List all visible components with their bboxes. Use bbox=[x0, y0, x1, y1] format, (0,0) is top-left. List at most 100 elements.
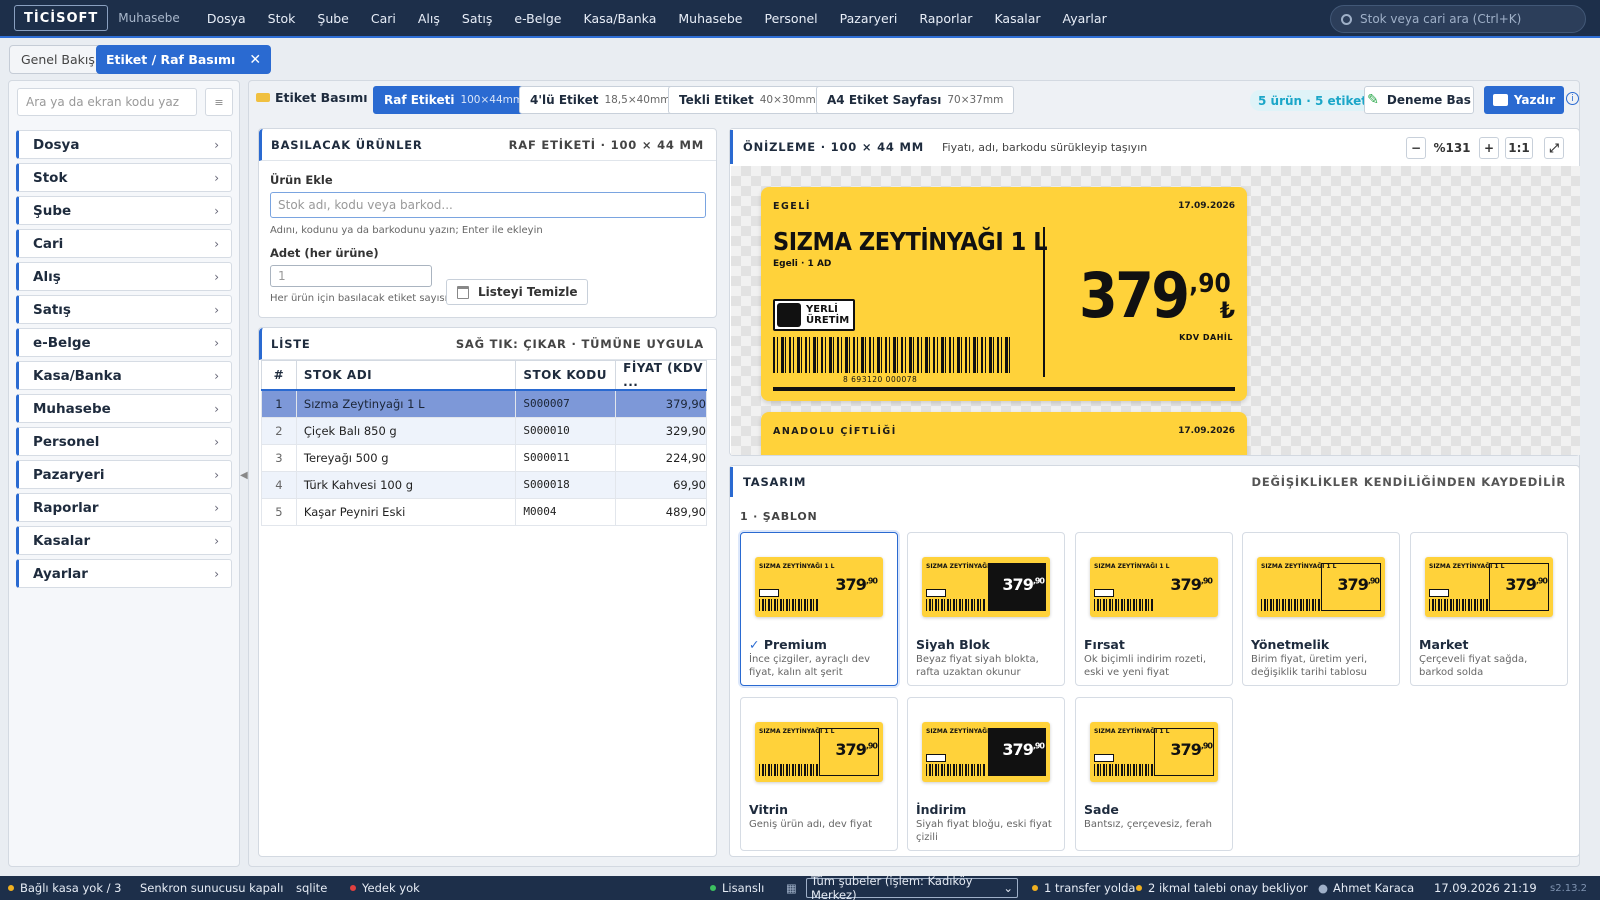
sidebar-item-satis[interactable]: Satış › bbox=[16, 295, 232, 324]
shelf-label-preview-2[interactable]: ANADOLU ÇİFTLİĞİ 17.09.2026 bbox=[761, 412, 1247, 455]
thumb-price-dec: ,90 bbox=[1032, 576, 1045, 586]
sidebar-item-dosya[interactable]: Dosya › bbox=[16, 130, 232, 159]
template-desc: Beyaz fiyat siyah blokta, rafta uzaktan … bbox=[916, 654, 1039, 678]
quantity-input[interactable]: 1 bbox=[270, 265, 432, 287]
template-market[interactable]: SIZMA ZEYTİNYAĞI 1 L 379,90 Market Çerçev… bbox=[1410, 532, 1568, 686]
zoom-out-button[interactable]: − bbox=[1406, 137, 1426, 159]
tab-etiket-raf-basimi[interactable]: Etiket / Raf Basımı ✕ bbox=[96, 45, 272, 74]
thumb-price-dec: ,90 bbox=[1367, 576, 1380, 586]
app-logo[interactable]: TİCİSOFT bbox=[14, 5, 109, 31]
shelf-label-preview[interactable]: EGELİ 17.09.2026 SIZMA ZEYTİNYAĞI 1 L Eg… bbox=[761, 187, 1247, 401]
collapse-sidebar-icon[interactable]: ◀ bbox=[240, 470, 248, 481]
label-divider bbox=[1043, 227, 1045, 377]
sidebar-item-sube[interactable]: Şube › bbox=[16, 196, 232, 225]
menu-ebelge[interactable]: e-Belge bbox=[503, 11, 572, 26]
chevron-right-icon: › bbox=[214, 302, 219, 317]
menu-kasalar[interactable]: Kasalar bbox=[983, 11, 1051, 26]
menu-satis[interactable]: Satış bbox=[451, 11, 503, 26]
menu-ayarlar[interactable]: Ayarlar bbox=[1052, 11, 1118, 26]
barcode[interactable] bbox=[773, 337, 1013, 373]
sidebar-item-stok[interactable]: Stok › bbox=[16, 163, 232, 192]
sidebar-item-ayarlar[interactable]: Ayarlar › bbox=[16, 559, 232, 588]
sidebar-item-kasa-banka[interactable]: Kasa/Banka › bbox=[16, 361, 232, 390]
fit-icon[interactable]: ⤢ bbox=[1544, 137, 1564, 159]
label-currency: ₺ bbox=[1219, 299, 1235, 324]
thumb-price: 379,90 bbox=[1337, 575, 1380, 594]
status-backup[interactable]: Yedek yok bbox=[350, 881, 420, 895]
col-header-number[interactable]: # bbox=[261, 360, 297, 391]
handshake-icon bbox=[777, 303, 801, 327]
close-icon[interactable]: ✕ bbox=[249, 52, 261, 68]
menu-personel[interactable]: Personel bbox=[753, 11, 828, 26]
label-brand[interactable]: EGELİ bbox=[773, 201, 811, 212]
status-transfer[interactable]: 1 transfer yolda bbox=[1032, 881, 1135, 895]
add-product-input[interactable]: Stok adı, kodu veya barkod... bbox=[270, 192, 706, 218]
sidebar-item-cari[interactable]: Cari › bbox=[16, 229, 232, 258]
menu-stok[interactable]: Stok bbox=[257, 11, 307, 26]
template-name: Vitrin bbox=[749, 802, 789, 817]
actual-size-button[interactable]: 1:1 bbox=[1505, 137, 1533, 159]
status-sync[interactable]: Senkron sunucusu kapalı bbox=[140, 881, 283, 895]
branch-select[interactable]: Tüm şubeler (işlem: Kadıköy Merkez) ⌄ bbox=[806, 874, 1018, 900]
menu-kasa-banka[interactable]: Kasa/Banka bbox=[573, 11, 668, 26]
menu-raporlar[interactable]: Raporlar bbox=[908, 11, 983, 26]
label-subtitle[interactable]: Egeli · 1 AD bbox=[773, 259, 831, 269]
label-type-raf[interactable]: Raf Etiketi 100×44mm bbox=[373, 86, 535, 114]
label-product-name[interactable]: SIZMA ZEYTİNYAĞI 1 L bbox=[773, 227, 1048, 256]
template-thumbnail: SIZMA ZEYTİNYAĞI 1 L 379,90 bbox=[1425, 557, 1553, 617]
menu-muhasebe[interactable]: Muhasebe bbox=[667, 11, 753, 26]
col-header-code[interactable]: STOK KODU bbox=[515, 360, 617, 391]
global-search-input[interactable]: Stok veya cari ara (Ctrl+K) bbox=[1330, 5, 1586, 33]
template-yonetmelik[interactable]: SIZMA ZEYTİNYAĞI 1 L 379,90 Yönetmelik Bi… bbox=[1242, 532, 1400, 686]
sidebar-search-input[interactable]: Ara ya da ekran kodu yaz bbox=[17, 88, 197, 116]
col-header-name[interactable]: STOK ADI bbox=[295, 360, 517, 391]
thumb-price: 379,90 bbox=[1170, 575, 1213, 594]
menu-dosya[interactable]: Dosya bbox=[196, 11, 257, 26]
menu-cari[interactable]: Cari bbox=[360, 11, 407, 26]
test-print-button[interactable]: ✎ Deneme Bas bbox=[1364, 86, 1474, 114]
table-row[interactable]: 5 Kaşar Peyniri Eski M0004 489,90 bbox=[261, 497, 707, 526]
table-row[interactable]: 4 Türk Kahvesi 100 g S000018 69,90 bbox=[261, 470, 707, 499]
label-kdv[interactable]: KDV DAHİL bbox=[1179, 333, 1233, 342]
sidebar-item-personel[interactable]: Personel › bbox=[16, 427, 232, 456]
template-desc: Çerçeveli fiyat sağda, barkod solda bbox=[1419, 654, 1528, 678]
table-row[interactable]: 2 Çiçek Balı 850 g S000010 329,90 bbox=[261, 416, 707, 445]
template-indirim[interactable]: SIZMA ZEYTİNYAĞI 1 L 379,90 İndirim Siyah… bbox=[907, 697, 1065, 851]
sidebar-item-alis[interactable]: Alış › bbox=[16, 262, 232, 291]
template-premium[interactable]: SIZMA ZEYTİNYAĞI 1 L 379,90 ✓ Premium İnc… bbox=[740, 532, 898, 686]
col-header-price[interactable]: FİYAT (KDV ... bbox=[615, 360, 707, 391]
menu-icon[interactable]: ≡ bbox=[205, 88, 233, 116]
status-kasa[interactable]: Bağlı kasa yok / 3 bbox=[8, 881, 121, 895]
sidebar-item-kasalar[interactable]: Kasalar › bbox=[16, 526, 232, 555]
sidebar-item-ebelge[interactable]: e-Belge › bbox=[16, 328, 232, 357]
status-license[interactable]: Lisanslı bbox=[710, 881, 764, 895]
template-vitrin[interactable]: SIZMA ZEYTİNYAĞI 1 L 379,90 Vitrin Geniş … bbox=[740, 697, 898, 851]
status-kasa-text: Bağlı kasa yok / 3 bbox=[20, 881, 122, 895]
table-row[interactable]: 1 Sızma Zeytinyağı 1 L S000007 379,90 bbox=[261, 389, 707, 418]
sidebar-item-muhasebe[interactable]: Muhasebe › bbox=[16, 394, 232, 423]
clear-list-button[interactable]: Listeyi Temizle bbox=[446, 279, 589, 305]
tab-genel-bakis[interactable]: Genel Bakış bbox=[9, 45, 107, 74]
sidebar-item-pazaryeri[interactable]: Pazaryeri › bbox=[16, 460, 232, 489]
menu-alis[interactable]: Alış bbox=[407, 11, 451, 26]
table-row[interactable]: 3 Tereyağı 500 g S000011 224,90 bbox=[261, 443, 707, 472]
label-price[interactable]: 379 ,90 ₺ bbox=[1067, 265, 1235, 327]
label-type-tekli[interactable]: Tekli Etiket 40×30mm bbox=[668, 86, 827, 114]
label-date[interactable]: 17.09.2026 bbox=[1178, 201, 1235, 211]
zoom-in-button[interactable]: + bbox=[1479, 137, 1499, 159]
template-sade[interactable]: SIZMA ZEYTİNYAĞI 1 L 379,90 Sade Bantsız,… bbox=[1075, 697, 1233, 851]
products-card: BASILACAK ÜRÜNLER RAF ETİKETİ · 100 × 44… bbox=[258, 128, 717, 318]
label-type-a4[interactable]: A4 Etiket Sayfası 70×37mm bbox=[816, 86, 1015, 114]
preview-canvas[interactable]: EGELİ 17.09.2026 SIZMA ZEYTİNYAĞI 1 L Eg… bbox=[731, 166, 1580, 455]
menu-sube[interactable]: Şube bbox=[306, 11, 359, 26]
status-user[interactable]: ● Ahmet Karaca bbox=[1318, 881, 1414, 895]
menu-pazaryeri[interactable]: Pazaryeri bbox=[829, 11, 909, 26]
info-icon[interactable]: i bbox=[1566, 92, 1579, 105]
template-siyah-blok[interactable]: SIZMA ZEYTİNYAĞI 1 L 379,90 Siyah Blok Be… bbox=[907, 532, 1065, 686]
print-button[interactable]: Yazdır bbox=[1484, 86, 1564, 114]
sidebar-item-raporlar[interactable]: Raporlar › bbox=[16, 493, 232, 522]
template-firsat[interactable]: SIZMA ZEYTİNYAĞI 1 L 379,90 Fırsat Ok biç… bbox=[1075, 532, 1233, 686]
label-type-4lu[interactable]: 4'lü Etiket 18,5×40mm bbox=[519, 86, 682, 114]
status-ikmal[interactable]: 2 ikmal talebi onay bekliyor bbox=[1136, 881, 1308, 895]
yerli-uretim-badge[interactable]: YERLİ ÜRETİM bbox=[773, 299, 855, 331]
